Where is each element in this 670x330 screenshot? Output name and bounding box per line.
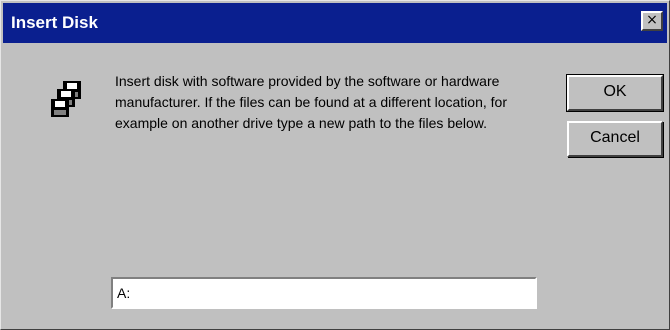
insert-disk-dialog: Insert Disk × Insert disk with software … <box>0 0 670 330</box>
floppy-disks-icon <box>51 81 81 117</box>
ok-button[interactable]: OK <box>566 74 664 112</box>
cancel-button[interactable]: Cancel <box>567 121 663 157</box>
instruction-message: Insert disk with software provided by th… <box>115 73 507 131</box>
window-title: Insert Disk <box>11 13 98 32</box>
path-input[interactable]: A: <box>111 277 537 309</box>
title-bar[interactable]: Insert Disk × <box>3 3 667 43</box>
close-button[interactable]: × <box>641 11 663 31</box>
